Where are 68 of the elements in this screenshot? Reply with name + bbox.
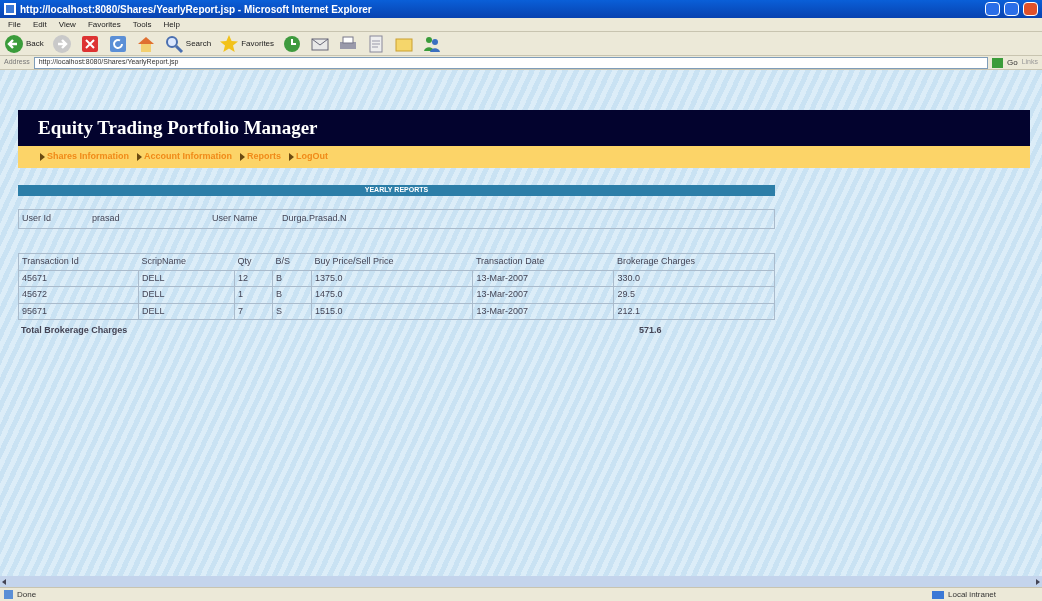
table-cell: DELL (138, 286, 235, 303)
column-header: ScripName (138, 253, 235, 270)
menu-item[interactable]: View (58, 18, 76, 31)
table-cell: 330.0 (613, 270, 775, 287)
scroll-left-icon[interactable] (2, 578, 6, 585)
toolbar-button[interactable]: Back (4, 33, 44, 54)
field-value: prasad (92, 212, 121, 226)
table-cell: 1515.0 (311, 303, 473, 320)
column-header: Transaction Date (472, 253, 614, 270)
chevron-icon (289, 153, 295, 161)
toolbar-button[interactable] (79, 33, 100, 54)
toolbar-button[interactable] (282, 33, 303, 54)
menu-item[interactable]: Favorites (87, 18, 121, 31)
clock-icon (282, 33, 303, 54)
stop-icon (79, 33, 100, 54)
menu-item[interactable]: Help (163, 18, 180, 31)
column-header: B/S (272, 253, 312, 270)
total-label: Total Brokerage Charges (20, 324, 129, 337)
status-text: Done (17, 588, 38, 601)
table-cell: 7 (234, 303, 273, 320)
table-cell: 12 (234, 270, 273, 287)
page-icon (4, 590, 13, 599)
table-cell: 1375.0 (311, 270, 473, 287)
table-cell: DELL (138, 303, 235, 320)
table-cell: 45672 (18, 286, 139, 303)
menu-item[interactable]: Edit (32, 18, 47, 31)
intranet-icon (932, 590, 944, 599)
star-icon (219, 33, 240, 54)
chevron-icon (40, 153, 45, 161)
table-cell: 13-Mar-2007 (472, 286, 614, 303)
chevron-icon (240, 153, 245, 161)
close-button[interactable] (1023, 2, 1038, 16)
go-button[interactable]: Go (992, 56, 1018, 69)
maximize-button[interactable] (1004, 2, 1019, 16)
table-cell: 13-Mar-2007 (472, 270, 614, 287)
minimize-button[interactable] (985, 2, 1000, 16)
browser-icon (4, 3, 16, 15)
search-icon (163, 33, 184, 54)
menu-item[interactable]: Tools (132, 18, 152, 31)
total-value: 571.6 (639, 324, 663, 337)
field-label: User Id (22, 212, 52, 226)
window-title: http://localhost:8080/Shares/YearlyReport.jsp - Microsoft Internet Explorer (20, 2, 373, 17)
table-cell: 13-Mar-2007 (472, 303, 614, 320)
toolbar-button[interactable] (107, 33, 128, 54)
field-value: Durga.Prasad.N (282, 212, 348, 226)
table-cell: S (272, 303, 312, 320)
table-cell: 29.5 (613, 286, 775, 303)
table-cell: 1475.0 (311, 286, 473, 303)
refresh-icon (107, 33, 128, 54)
column-header: Qty (234, 253, 273, 270)
zone-text: Local intranet (948, 588, 998, 601)
toolbar-button[interactable]: Search (163, 33, 212, 54)
table-cell: B (272, 270, 312, 287)
chevron-icon (137, 153, 142, 161)
table-cell: 45671 (18, 270, 139, 287)
table-cell: 1 (234, 286, 273, 303)
column-header: Brokerage Charges (613, 253, 775, 270)
menu-item[interactable]: File (8, 18, 21, 31)
column-header: Transaction Id (18, 253, 139, 270)
page-title: Equity Trading Portfolio Manager (38, 115, 318, 140)
toolbar-button[interactable]: Favorites (219, 33, 275, 54)
table-cell: B (272, 286, 312, 303)
column-header: Buy Price/Sell Price (311, 253, 473, 270)
scroll-right-icon[interactable] (1036, 578, 1040, 585)
table-cell: 212.1 (613, 303, 775, 320)
table-cell: 95671 (18, 303, 139, 320)
field-label: User Name (212, 212, 259, 226)
table-cell: DELL (138, 270, 235, 287)
